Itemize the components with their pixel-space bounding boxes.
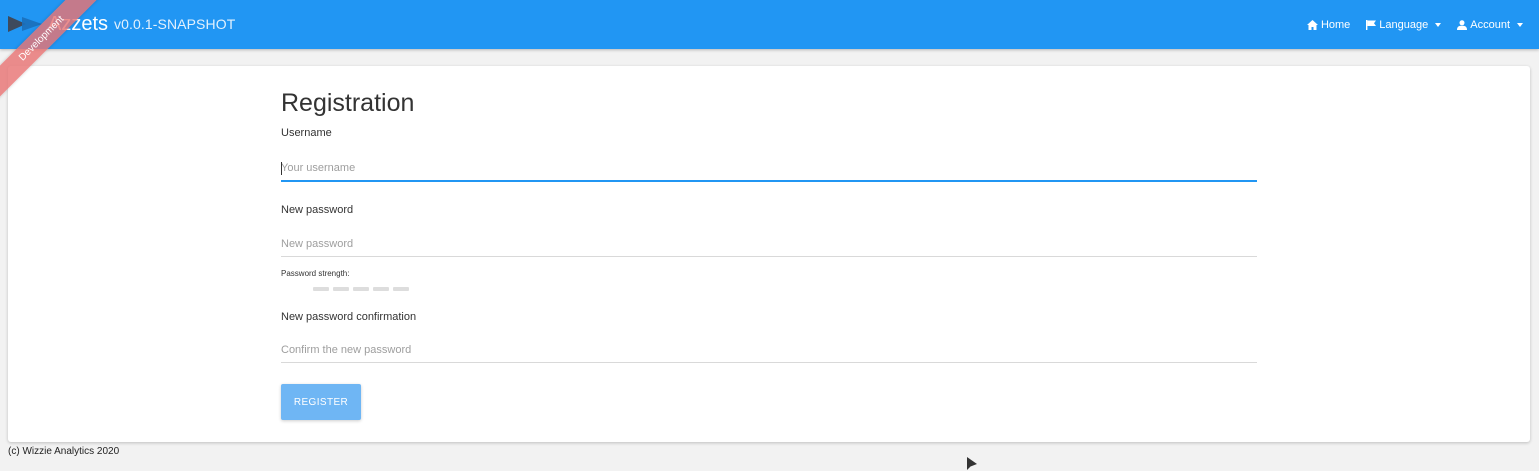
user-icon (1457, 19, 1468, 30)
caret-down-icon (1435, 22, 1442, 27)
text-cursor (281, 162, 282, 175)
new-password-input[interactable] (281, 232, 1257, 257)
footer-copyright: (c) Wizzie Analytics 2020 (8, 446, 120, 457)
registration-card: Registration Username New password Passw… (8, 66, 1530, 442)
password-strength-meter (313, 287, 413, 291)
password-strength-label: Password strength: (281, 269, 350, 278)
nav-account-dropdown[interactable]: Account (1457, 19, 1523, 31)
password-confirmation-label: New password confirmation (281, 311, 417, 323)
app-version: v0.0.1-SNAPSHOT (114, 16, 236, 32)
new-password-label: New password (281, 204, 354, 216)
strength-segment (313, 287, 329, 291)
register-button[interactable]: REGISTER (281, 384, 361, 420)
app-name: Azzets (48, 12, 109, 35)
flag-icon (1366, 19, 1377, 30)
navbar-menu: Home Language Account (1291, 0, 1523, 49)
azzets-logo-icon (8, 13, 44, 35)
strength-segment (393, 287, 409, 291)
brand-link[interactable]: Azzets v0.0.1-SNAPSHOT (8, 13, 235, 35)
username-label: Username (281, 127, 332, 139)
nav-account-label: Account (1470, 18, 1510, 31)
password-confirmation-input[interactable] (281, 338, 1257, 363)
nav-home[interactable]: Home (1306, 18, 1351, 31)
username-input[interactable] (281, 156, 1257, 182)
nav-home-label: Home (1320, 18, 1351, 31)
strength-segment (333, 287, 349, 291)
mouse-pointer-icon (967, 457, 977, 470)
home-icon (1306, 19, 1318, 30)
top-navbar: Azzets v0.0.1-SNAPSHOT Home Language Acc… (0, 0, 1539, 49)
nav-language-label: Language (1379, 18, 1429, 31)
strength-segment (353, 287, 369, 291)
nav-language-dropdown[interactable]: Language (1366, 18, 1442, 31)
caret-down-icon (1517, 22, 1523, 27)
strength-segment (373, 287, 389, 291)
page-title: Registration (281, 89, 415, 117)
